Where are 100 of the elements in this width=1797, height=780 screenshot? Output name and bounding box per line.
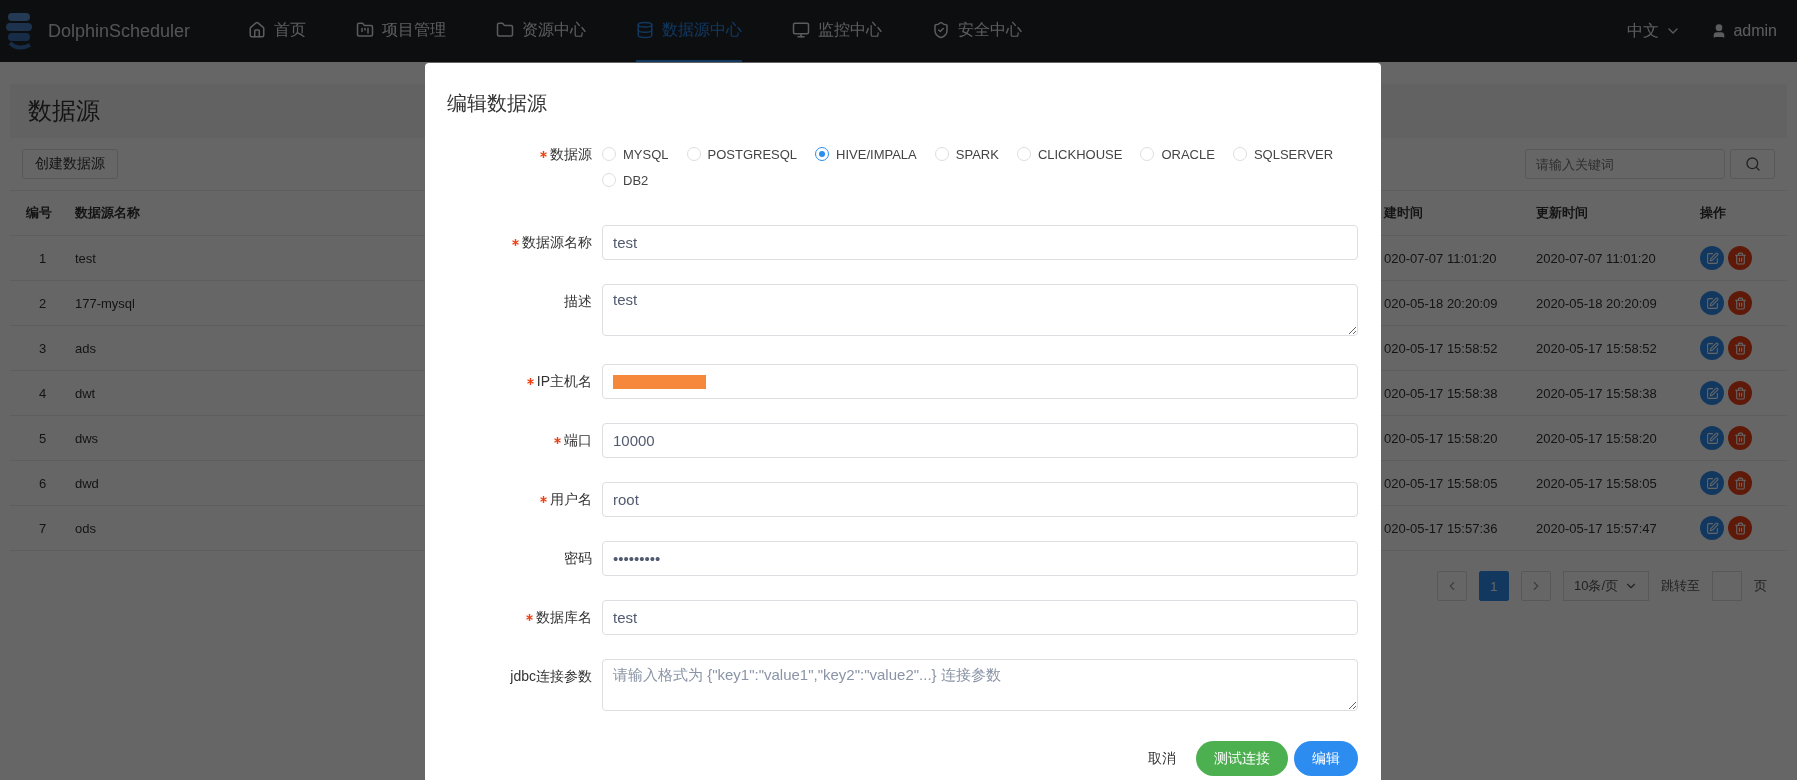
folder-icon xyxy=(496,21,514,39)
next-page-button[interactable] xyxy=(1520,571,1551,601)
table-cell: dws xyxy=(75,430,99,446)
jump-label: 跳转至 xyxy=(1661,577,1700,595)
edit-button[interactable] xyxy=(1700,291,1724,315)
delete-button[interactable] xyxy=(1728,426,1752,450)
field-label: 用户名 xyxy=(550,490,592,509)
brand-name: DolphinScheduler xyxy=(48,20,192,42)
field-label: 数据库名 xyxy=(536,608,592,627)
previous-page-button[interactable] xyxy=(1436,571,1467,601)
table-cell: 5 xyxy=(38,430,47,446)
field-label: 描述 xyxy=(564,292,592,311)
radio-label[interactable]: SPARK xyxy=(955,146,999,162)
input-field[interactable] xyxy=(602,364,1358,399)
table-cell: 2 xyxy=(38,295,47,311)
edit-button[interactable] xyxy=(1700,336,1724,360)
folder-list-icon xyxy=(356,21,374,39)
column-header: 更新时间 xyxy=(1536,204,1588,222)
edit-icon xyxy=(1705,341,1719,355)
database-icon xyxy=(636,21,654,39)
input-field[interactable]: root xyxy=(602,482,1358,517)
input-field[interactable]: test xyxy=(602,600,1358,635)
edit-icon xyxy=(1705,251,1719,265)
radio-label[interactable]: CLICKHOUSE xyxy=(1037,146,1123,162)
edit-button[interactable] xyxy=(1700,516,1724,540)
edit-icon xyxy=(1705,521,1719,535)
edit-button[interactable] xyxy=(1700,246,1724,270)
search-button[interactable] xyxy=(1730,149,1775,179)
page-title: 数据源 xyxy=(28,96,100,126)
table-cell: 1 xyxy=(38,250,47,266)
table-cell: 177-mysql xyxy=(75,295,135,311)
table-cell-text: 020-07-07 11:01:20 xyxy=(1383,250,1497,266)
column-header: 编号 xyxy=(25,204,52,222)
delete-button[interactable] xyxy=(1728,336,1752,360)
column-header: 操作 xyxy=(1700,204,1726,222)
table-cell-text: 020-05-17 15:58:05 xyxy=(1383,475,1498,491)
table-cell: 4 xyxy=(38,385,47,401)
radio-label[interactable]: ORACLE xyxy=(1161,146,1215,162)
delete-button[interactable] xyxy=(1728,246,1752,270)
table-cell: 2020-05-17 15:58:38 xyxy=(1536,385,1657,401)
table-cell: 2020-05-18 20:20:09 xyxy=(1536,295,1657,311)
table-cell-text: 020-05-17 15:57:36 xyxy=(1383,520,1498,536)
field-label: IP主机名 xyxy=(536,372,592,391)
input-field[interactable]: 10000 xyxy=(602,423,1358,458)
trash-icon xyxy=(1733,341,1747,355)
table-cell: 2020-05-17 15:58:52 xyxy=(1536,340,1657,356)
table-cell: 6 xyxy=(38,475,47,491)
cancel-button[interactable]: 取消 xyxy=(1134,741,1190,776)
edit-button[interactable] xyxy=(1700,381,1724,405)
table-cell: 2020-05-17 15:58:05 xyxy=(1536,475,1657,491)
table-cell: 2020-07-07 11:01:20 xyxy=(1536,250,1656,266)
table-cell-text: 020-05-17 15:58:52 xyxy=(1383,340,1498,356)
monitor-icon xyxy=(792,21,810,39)
table-cell-text: 020-05-18 20:20:09 xyxy=(1383,295,1498,311)
shield-icon xyxy=(932,21,950,39)
field-label: 密码 xyxy=(564,549,592,568)
column-header: 数据源名称 xyxy=(75,204,140,222)
radio-label[interactable]: HIVE/IMPALA xyxy=(836,146,917,162)
home-icon xyxy=(248,21,266,39)
edit-icon xyxy=(1705,476,1719,490)
edit-button[interactable] xyxy=(1700,471,1724,495)
dialog-title: 编辑数据源 xyxy=(446,91,548,116)
table-cell-text: 020-05-17 15:58:38 xyxy=(1383,385,1498,401)
delete-button[interactable] xyxy=(1728,291,1752,315)
delete-button[interactable] xyxy=(1728,381,1752,405)
trash-icon xyxy=(1733,521,1747,535)
text-area[interactable]: test xyxy=(602,284,1358,336)
field-label: 数据源 xyxy=(550,145,592,163)
table-cell: 3 xyxy=(38,340,47,356)
radio-label[interactable]: POSTGRESQL xyxy=(707,146,798,162)
edit-icon xyxy=(1705,296,1719,310)
trash-icon xyxy=(1733,476,1747,490)
edit-button[interactable] xyxy=(1700,426,1724,450)
field-label: jdbc连接参数 xyxy=(510,667,592,686)
field-label: 数据源名称 xyxy=(522,233,592,252)
table-cell: ads xyxy=(75,340,96,356)
radio-label[interactable]: DB2 xyxy=(623,172,649,188)
delete-button[interactable] xyxy=(1728,516,1752,540)
field-label: 端口 xyxy=(564,431,592,450)
radio-label[interactable]: MYSQL xyxy=(623,146,669,162)
text-area[interactable]: 请输入格式为 {"key1":"value1","key2":"value2"...} 连接参数 xyxy=(602,659,1358,711)
edit-icon xyxy=(1705,386,1719,400)
table-cell: ods xyxy=(75,520,96,536)
search-icon xyxy=(1744,156,1761,172)
radio-label[interactable]: SQLSERVER xyxy=(1253,146,1334,162)
table-cell: 7 xyxy=(38,520,47,536)
table-cell: test xyxy=(75,250,96,266)
input-field[interactable]: test xyxy=(602,225,1358,260)
input-field[interactable]: ••••••••• xyxy=(602,541,1358,576)
edit-icon xyxy=(1705,431,1719,445)
table-cell: dwd xyxy=(75,475,99,491)
page-suffix: 页 xyxy=(1754,577,1767,595)
trash-icon xyxy=(1733,431,1747,445)
trash-icon xyxy=(1733,386,1747,400)
trash-icon xyxy=(1733,296,1747,310)
trash-icon xyxy=(1733,251,1747,265)
table-cell-text: 020-05-17 15:58:20 xyxy=(1383,430,1498,446)
column-header: 建时间 xyxy=(1382,204,1423,222)
delete-button[interactable] xyxy=(1728,471,1752,495)
table-cell: dwt xyxy=(75,385,96,401)
